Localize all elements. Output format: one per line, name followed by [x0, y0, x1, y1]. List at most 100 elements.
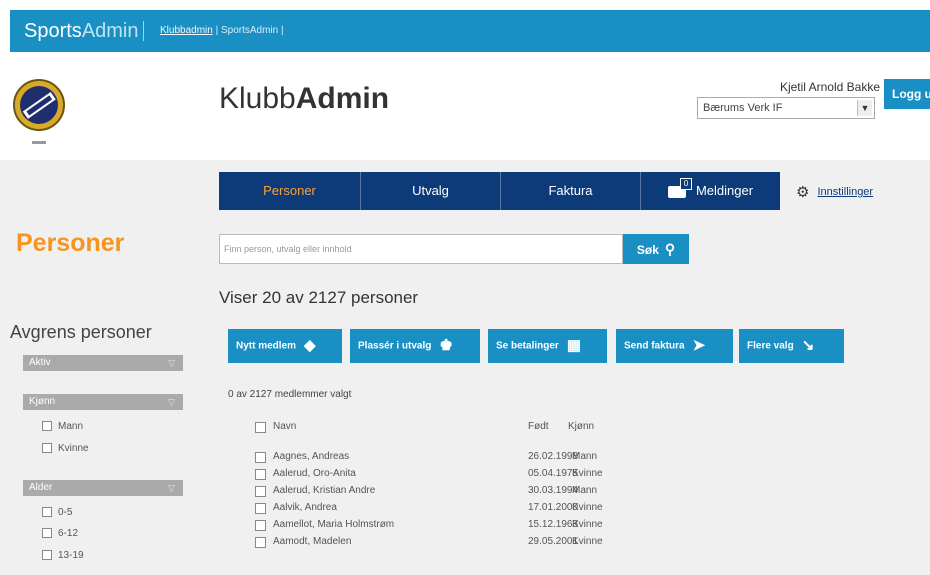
app-title: KlubbAdmin [219, 82, 389, 116]
send-invoice-icon: ➤ [692, 337, 706, 354]
member-name[interactable]: Aagnes, Andreas [273, 451, 349, 462]
new-member-button[interactable]: Nytt medlem ◆ [228, 329, 342, 363]
column-header-born[interactable]: Født [528, 421, 549, 432]
view-payments-button[interactable]: Se betalinger ▦ [488, 329, 607, 363]
arrow-down-right-icon: ↘ [801, 337, 815, 354]
facet-option-mann[interactable]: Mann [42, 421, 83, 432]
checkbox[interactable] [42, 528, 52, 539]
gear-icon[interactable]: ⚙ [796, 183, 809, 201]
facet-option-6-12[interactable]: 6-12 [42, 528, 78, 539]
message-count-badge: 0 [679, 177, 692, 190]
send-invoice-label: Send faktura [624, 340, 685, 352]
row-checkbox[interactable] [255, 486, 266, 497]
member-born: 17.01.2000 [528, 502, 579, 513]
row-checkbox[interactable] [255, 469, 266, 480]
member-name[interactable]: Aamellot, Maria Holmstrøm [273, 519, 394, 530]
club-select[interactable]: Bærums Verk IF ▼ [697, 97, 875, 119]
facet-aktiv-label: Aktiv [29, 357, 51, 368]
page-title: Personer [16, 229, 125, 257]
new-member-label: Nytt medlem [236, 340, 297, 352]
topbar-divider [143, 21, 144, 41]
facet-option-kvinne[interactable]: Kvinne [42, 443, 89, 454]
member-born: 30.03.1994 [528, 485, 579, 496]
group-icon: ♚ [439, 337, 453, 354]
column-header-gender[interactable]: Kjønn [568, 421, 594, 432]
add-to-group-button[interactable]: Plassér i utvalg ♚ [350, 329, 480, 363]
search-input[interactable]: Finn person, utvalg eller innhold [219, 234, 623, 264]
member-name[interactable]: Aamodt, Madelen [273, 536, 351, 547]
breadcrumb-link[interactable]: Klubbadmin [160, 25, 213, 36]
chevron-down-icon: ▽ [168, 358, 175, 368]
row-checkbox[interactable] [255, 452, 266, 463]
selected-count: 0 av 2127 medlemmer valgt [228, 389, 352, 400]
checkbox[interactable] [42, 421, 52, 432]
app-title-bold: Admin [295, 82, 390, 115]
more-options-button[interactable]: Flere valg ↘ [739, 329, 844, 363]
facet-option-label: Kvinne [58, 443, 89, 454]
message-icon: 0 [667, 177, 692, 198]
tag-icon: ◆ [304, 337, 316, 354]
member-gender: Kvinne [572, 502, 603, 513]
facet-kjonn-label: Kjønn [29, 396, 56, 407]
facet-option-label: 0-5 [58, 507, 73, 518]
checkbox[interactable] [42, 443, 52, 454]
member-name[interactable]: Aalerud, Oro-Anita [273, 468, 356, 479]
facet-option-13-19[interactable]: 13-19 [42, 550, 84, 561]
tab-faktura-label: Faktura [548, 183, 593, 198]
filter-title: Avgrens personer [10, 322, 152, 342]
tab-personer-label: Personer [263, 183, 316, 198]
breadcrumb-current: | SportsAdmin | [215, 25, 284, 36]
tab-faktura[interactable]: Faktura [501, 172, 641, 210]
facet-option-0-5[interactable]: 0-5 [42, 507, 72, 518]
settings-link[interactable]: Innstillinger [817, 186, 873, 198]
select-all-checkbox[interactable] [255, 422, 266, 433]
tab-meldinger-label: Meldinger [695, 183, 754, 198]
facet-aktiv[interactable]: Aktiv ▽ [23, 355, 183, 371]
member-born: 05.04.1975 [528, 468, 579, 479]
main-nav: Personer Utvalg Faktura 0 Meldinger [219, 172, 780, 210]
search-button[interactable]: Søk ⚲ [623, 234, 689, 264]
member-name[interactable]: Aalvik, Andrea [273, 502, 337, 513]
search-icon: ⚲ [664, 241, 676, 257]
tab-utvalg[interactable]: Utvalg [361, 172, 501, 210]
checkbox[interactable] [42, 507, 52, 518]
result-count: Viser 20 av 2127 personer [219, 288, 419, 307]
facet-alder-label: Alder [29, 482, 53, 493]
member-born: 29.05.2001 [528, 536, 579, 547]
view-payments-label: Se betalinger [496, 340, 559, 352]
facet-kjonn[interactable]: Kjønn ▽ [23, 394, 183, 410]
breadcrumb: Klubbadmin | SportsAdmin | [160, 25, 284, 36]
add-to-group-label: Plassér i utvalg [358, 340, 432, 352]
more-options-label: Flere valg [747, 340, 794, 352]
facet-option-label: 13-19 [58, 550, 84, 561]
facet-alder[interactable]: Alder ▽ [23, 480, 183, 496]
row-checkbox[interactable] [255, 503, 266, 514]
row-checkbox[interactable] [255, 520, 266, 531]
column-header-name[interactable]: Navn [273, 421, 296, 432]
tab-personer[interactable]: Personer [219, 172, 361, 210]
payments-icon: ▦ [566, 337, 581, 354]
member-gender: Kvinne [572, 536, 603, 547]
user-name: Kjetil Arnold Bakke [779, 80, 880, 94]
brand-admin: Admin [81, 20, 139, 42]
tab-utvalg-label: Utvalg [412, 183, 449, 198]
member-born: 26.02.1998 [528, 451, 579, 462]
logout-button[interactable]: Logg ut [884, 79, 930, 109]
sportsadmin-logo[interactable]: SportsAdmin [24, 20, 139, 43]
member-gender: Mann [572, 485, 598, 496]
checkbox[interactable] [42, 550, 52, 561]
member-gender: Mann [572, 451, 598, 462]
search-placeholder: Finn person, utvalg eller innhold [224, 244, 352, 254]
chevron-down-icon: ▽ [168, 483, 175, 493]
tab-meldinger[interactable]: 0 Meldinger [641, 172, 780, 210]
send-invoice-button[interactable]: Send faktura ➤ [616, 329, 733, 363]
member-name[interactable]: Aalerud, Kristian Andre [273, 485, 375, 496]
facet-option-label: Mann [58, 421, 84, 432]
club-logo [13, 79, 65, 144]
search-button-label: Søk [636, 243, 659, 257]
chevron-down-icon: ▽ [168, 397, 175, 407]
row-checkbox[interactable] [255, 537, 266, 548]
member-gender: Kvinne [572, 519, 603, 530]
chevron-down-icon[interactable]: ▼ [857, 100, 872, 116]
settings-link-group: ⚙ Innstillinger [796, 183, 873, 201]
